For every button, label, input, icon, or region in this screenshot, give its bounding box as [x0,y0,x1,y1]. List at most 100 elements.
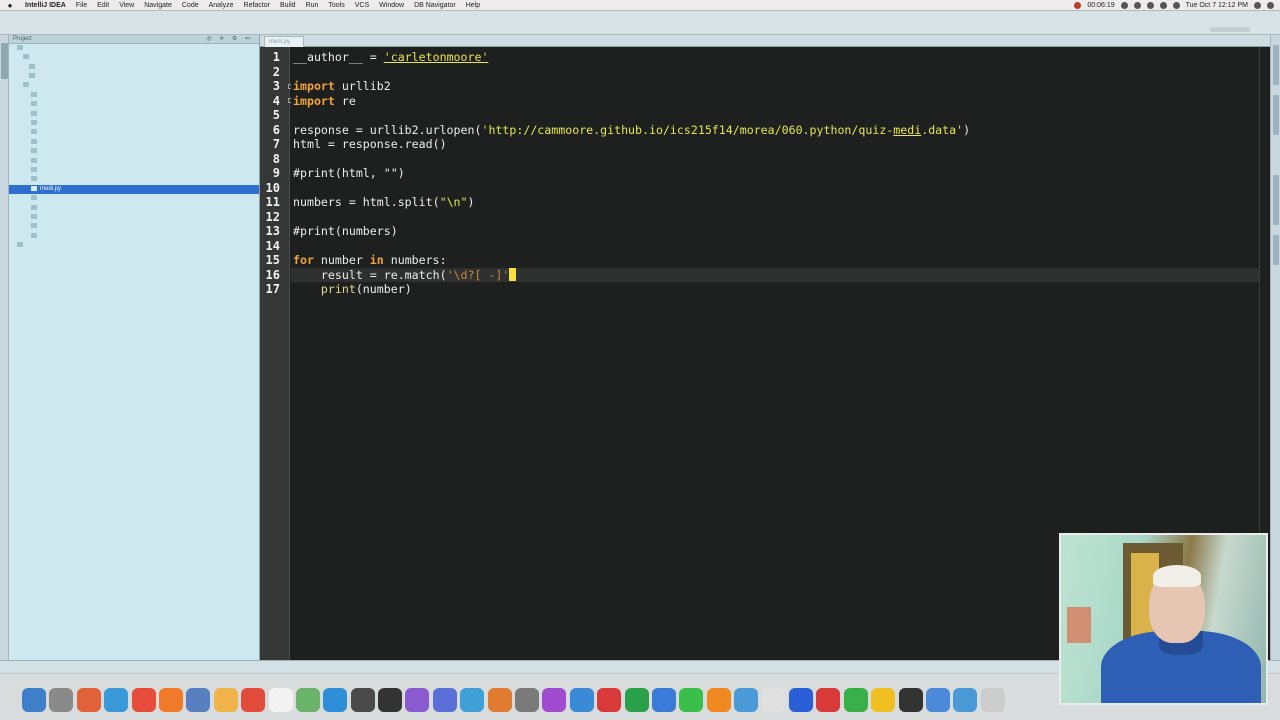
dock-app-icon[interactable] [22,688,46,712]
tree-file[interactable] [9,157,259,166]
menu-vcs[interactable]: VCS [350,2,374,9]
dock-app-icon[interactable] [323,688,348,712]
dock-app-icon[interactable] [378,688,403,712]
dock-icons [22,688,1005,716]
dock-app-icon[interactable] [871,688,896,712]
editor-tab-active[interactable]: medi.py [264,36,304,47]
menu-file[interactable]: File [71,2,92,9]
dock-app-icon[interactable] [679,688,704,712]
dock-app-icon[interactable] [213,688,238,712]
file-icon [31,204,37,210]
dock-app-icon[interactable] [843,688,868,712]
dock-app-icon[interactable] [49,688,74,712]
tree-external-libraries[interactable] [9,241,259,250]
dock-app-icon[interactable] [706,688,731,712]
left-tool-strip [0,35,9,665]
dock-app-icon[interactable] [241,688,266,712]
tree-root[interactable] [9,44,259,53]
library-icon [17,242,23,248]
tree-folder[interactable] [9,82,259,91]
dock-app-icon[interactable] [515,688,540,712]
tree-file[interactable] [9,91,259,100]
dock-app-icon[interactable] [268,688,293,712]
dock-app-icon[interactable] [350,688,375,712]
dock-app-icon[interactable] [186,688,211,712]
dock-app-icon[interactable] [651,688,676,712]
dock-app-icon[interactable] [131,688,156,712]
dock-app-icon[interactable] [734,688,759,712]
record-icon[interactable] [1074,2,1082,9]
dock-app-icon[interactable] [761,688,786,712]
menu-window[interactable]: Window [374,2,409,9]
bluetooth-icon[interactable] [1146,2,1154,9]
wifi-icon[interactable] [1133,2,1141,9]
tree-folder[interactable] [9,53,259,62]
menu-view[interactable]: View [114,2,139,9]
menu-db-navigator[interactable]: DB Navigator [409,2,461,9]
tree-file[interactable] [9,232,259,241]
dock-app-icon[interactable] [104,688,129,712]
dock-app-icon[interactable] [624,688,649,712]
menu-code[interactable]: Code [177,2,204,9]
dock-app-icon[interactable] [569,688,594,712]
menu-navigate[interactable]: Navigate [139,2,177,9]
menu-build[interactable]: Build [275,2,301,9]
file-icon [31,91,37,97]
menu-tools[interactable]: Tools [323,2,349,9]
menu-refactor[interactable]: Refactor [239,2,275,9]
notification-center-icon[interactable] [1267,2,1274,9]
dock-app-icon[interactable] [788,688,813,712]
tree-file[interactable] [9,110,259,119]
dock-app-icon[interactable] [597,688,622,712]
dock-app-icon[interactable] [158,688,183,712]
tree-file[interactable] [9,129,259,138]
dock-app-icon[interactable] [295,688,320,712]
dock-app-icon[interactable] [953,688,978,712]
dropbox-icon[interactable] [1120,2,1128,9]
project-tool-button[interactable] [1,43,8,79]
spotlight-icon[interactable] [1254,2,1261,9]
tree-file[interactable] [9,138,259,147]
apple-menu-icon[interactable]: ● [0,1,20,10]
tree-file[interactable] [9,204,259,213]
commander-tool-button[interactable] [1273,235,1279,265]
tree-file[interactable] [9,100,259,109]
webcam-poster [1067,607,1091,643]
dock-app-icon[interactable] [980,688,1005,712]
tree-folder[interactable] [9,72,259,81]
menu-bar: ● IntelliJ IDEA File Edit View Navigate … [0,0,1280,11]
dock-app-icon[interactable] [816,688,841,712]
menu-analyze[interactable]: Analyze [204,2,239,9]
tree-file[interactable] [9,166,259,175]
python-file-icon [31,185,37,191]
dock-app-icon[interactable] [405,688,430,712]
dock-app-icon[interactable] [925,688,950,712]
dock-app-icon[interactable] [487,688,512,712]
ant-build-tool-button[interactable] [1273,175,1279,225]
dock-app-icon[interactable] [460,688,485,712]
tree-file[interactable] [9,213,259,222]
file-icon [31,120,37,126]
tree-folder[interactable] [9,63,259,72]
volume-icon[interactable] [1159,2,1167,9]
editor-gutter: 1 2 3 4 5 6 7 8 9 10 11 12 13 14 15 16 1… [260,47,293,660]
battery-icon[interactable] [1172,2,1180,9]
tree-file[interactable] [9,222,259,231]
tree-file[interactable] [9,194,259,203]
dock-app-icon[interactable] [542,688,567,712]
database-tool-button[interactable] [1273,45,1279,85]
dock-app-icon[interactable] [898,688,923,712]
dock-app-icon[interactable] [432,688,457,712]
maven-tool-button[interactable] [1273,95,1279,135]
toolbar-search-control[interactable] [1210,27,1250,32]
tree-file[interactable] [9,175,259,184]
menu-app-name[interactable]: IntelliJ IDEA [20,2,71,9]
tree-file-selected[interactable]: medi.py [9,184,259,195]
menu-edit[interactable]: Edit [92,2,114,9]
dock-app-icon[interactable] [76,688,101,712]
tree-file[interactable] [9,119,259,128]
menu-run[interactable]: Run [301,2,324,9]
tree-file[interactable] [9,147,259,156]
menu-help[interactable]: Help [461,2,485,9]
project-panel-controls[interactable]: ◎ ≑ ⚙ ↤ [206,35,259,43]
